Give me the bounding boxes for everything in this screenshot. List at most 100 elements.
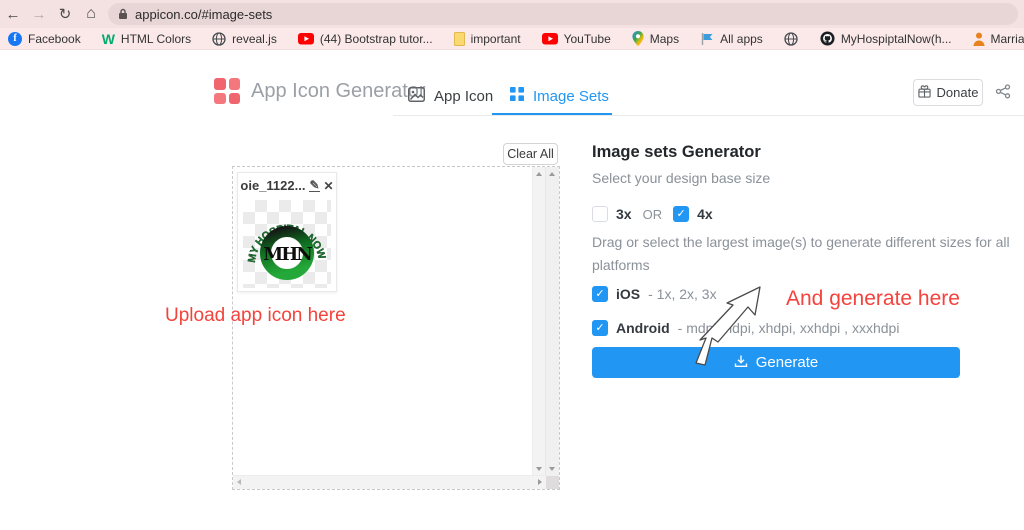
- generate-button[interactable]: Generate: [592, 347, 960, 378]
- tab-label: Image Sets: [533, 88, 609, 105]
- checkbox-4x[interactable]: ✓: [673, 206, 689, 222]
- edit-icon[interactable]: ✎: [309, 180, 319, 192]
- image-drop-zone[interactable]: oie_1122... ✎ ✕ MY HOSPITAL NOW: [232, 166, 560, 490]
- bookmark-label: Marriage Biodata F...: [991, 32, 1024, 46]
- or-label: OR: [643, 207, 663, 222]
- scroll-up-icon[interactable]: [536, 172, 542, 176]
- ios-sizes: - 1x, 2x, 3x: [648, 286, 716, 302]
- youtube-icon: [542, 33, 558, 45]
- w-letter-icon: W: [102, 31, 115, 47]
- scroll-right-icon[interactable]: [538, 479, 542, 485]
- download-icon: [734, 354, 748, 372]
- share-icon[interactable]: [995, 84, 1011, 104]
- panel-subtitle: Select your design base size: [592, 170, 770, 186]
- panel-title: Image sets Generator: [592, 143, 761, 162]
- upload-annotation-text: Upload app icon here: [165, 305, 346, 327]
- bookmark-label: important: [471, 32, 521, 46]
- person-icon: [973, 32, 985, 46]
- option-4x-label: 4x: [697, 206, 713, 222]
- url-text: appicon.co/#image-sets: [135, 7, 272, 22]
- scroll-down-icon[interactable]: [536, 467, 542, 471]
- globe-icon: [784, 32, 798, 46]
- browser-toolbar: ← → ↻ ⌂ appicon.co/#image-sets: [0, 0, 1024, 28]
- scroll-up-icon[interactable]: [549, 172, 555, 176]
- note-icon: [454, 32, 465, 46]
- android-label: Android: [616, 320, 670, 336]
- reload-icon[interactable]: ↻: [52, 5, 78, 23]
- tab-label: App Icon: [434, 88, 493, 105]
- android-option-row: ✓ Android - mdpi, hdpi, xhdpi, xxhdpi , …: [592, 320, 899, 336]
- scroll-left-icon[interactable]: [237, 479, 241, 485]
- flag-icon: [700, 32, 714, 46]
- site-logo[interactable]: App Icon Generator: [214, 78, 426, 104]
- appicon-grid-logo-icon: [214, 78, 240, 104]
- donate-button[interactable]: Donate: [913, 79, 983, 106]
- scrollbar-corner: [546, 476, 559, 489]
- bookmark-unnamed[interactable]: [784, 32, 804, 46]
- bookmark-marriage-biodata[interactable]: Marriage Biodata F...: [973, 32, 1024, 46]
- globe-icon: [212, 32, 226, 46]
- clear-all-button[interactable]: Clear All: [503, 143, 558, 165]
- bookmark-label: (44) Bootstrap tutor...: [320, 32, 433, 46]
- option-3x-label: 3x: [616, 206, 632, 222]
- youtube-icon: [298, 33, 314, 45]
- checkbox-3x[interactable]: [592, 206, 608, 222]
- check-icon: ✓: [676, 209, 685, 220]
- checkbox-android[interactable]: ✓: [592, 320, 608, 336]
- bookmark-html-colors[interactable]: W HTML Colors: [102, 31, 191, 47]
- maps-pin-icon: [632, 31, 644, 46]
- bookmark-facebook[interactable]: f Facebook: [8, 32, 81, 46]
- address-bar[interactable]: appicon.co/#image-sets: [108, 3, 1018, 25]
- check-icon: ✓: [595, 323, 604, 334]
- scroll-down-icon[interactable]: [549, 467, 555, 471]
- github-icon: [820, 31, 835, 46]
- forward-icon[interactable]: →: [26, 6, 52, 23]
- horizontal-scrollbar[interactable]: [233, 475, 546, 489]
- bookmark-label: Maps: [650, 32, 679, 46]
- image-thumbnail: MY HOSPITAL NOW MHN: [243, 200, 331, 288]
- bookmark-all-apps[interactable]: All apps: [700, 32, 763, 46]
- picture-icon: [408, 87, 425, 106]
- checkbox-ios[interactable]: ✓: [592, 286, 608, 302]
- panel-description: Drag or select the largest image(s) to g…: [592, 231, 1024, 277]
- bookmark-label: Facebook: [28, 32, 81, 46]
- remove-image-icon[interactable]: ✕: [324, 179, 334, 193]
- inner-vertical-scrollbar[interactable]: [532, 167, 546, 476]
- file-name: oie_1122...: [240, 178, 305, 193]
- bookmark-label: HTML Colors: [121, 32, 191, 46]
- bookmark-label: MyHospiptalNow(h...: [841, 32, 952, 46]
- uploaded-image-card[interactable]: oie_1122... ✎ ✕ MY HOSPITAL NOW: [237, 172, 337, 292]
- logo-monogram: MHN: [263, 244, 312, 265]
- bookmark-label: All apps: [720, 32, 763, 46]
- donate-label: Donate: [937, 85, 979, 100]
- bookmark-youtube[interactable]: YouTube: [542, 32, 611, 46]
- gift-icon: [918, 85, 931, 101]
- browser-window: ← → ↻ ⌂ appicon.co/#image-sets f Faceboo…: [0, 0, 1024, 530]
- bookmark-important[interactable]: important: [454, 32, 521, 46]
- check-icon: ✓: [595, 289, 604, 300]
- lock-icon: [118, 8, 128, 20]
- hospital-logo: MY HOSPITAL NOW MHN: [243, 200, 331, 288]
- bookmark-myhospiptalnow[interactable]: MyHospiptalNow(h...: [820, 31, 952, 46]
- grid-icon: [510, 87, 524, 105]
- generate-annotation-text: And generate here: [786, 287, 960, 311]
- header-divider: [393, 115, 1024, 116]
- outer-vertical-scrollbar[interactable]: [545, 167, 559, 476]
- bookmarks-bar: f Facebook W HTML Colors reveal.js (44) …: [0, 28, 1024, 50]
- android-sizes: - mdpi, hdpi, xhdpi, xxhdpi , xxxhdpi: [678, 320, 900, 336]
- facebook-icon: f: [8, 32, 22, 46]
- bookmark-label: reveal.js: [232, 32, 277, 46]
- tab-app-icon[interactable]: App Icon: [408, 87, 493, 106]
- base-size-options: 3x OR ✓ 4x: [592, 206, 713, 222]
- home-icon[interactable]: ⌂: [78, 5, 104, 23]
- bookmark-label: YouTube: [564, 32, 611, 46]
- back-icon[interactable]: ←: [0, 6, 26, 23]
- tab-image-sets[interactable]: Image Sets: [510, 87, 609, 105]
- bookmark-bootstrap-tutorial[interactable]: (44) Bootstrap tutor...: [298, 32, 433, 46]
- ios-label: iOS: [616, 286, 640, 302]
- ios-option-row: ✓ iOS - 1x, 2x, 3x: [592, 286, 717, 302]
- bookmark-revealjs[interactable]: reveal.js: [212, 32, 277, 46]
- site-title: App Icon Generator: [251, 80, 426, 103]
- bookmark-maps[interactable]: Maps: [632, 31, 679, 46]
- generate-label: Generate: [756, 354, 819, 371]
